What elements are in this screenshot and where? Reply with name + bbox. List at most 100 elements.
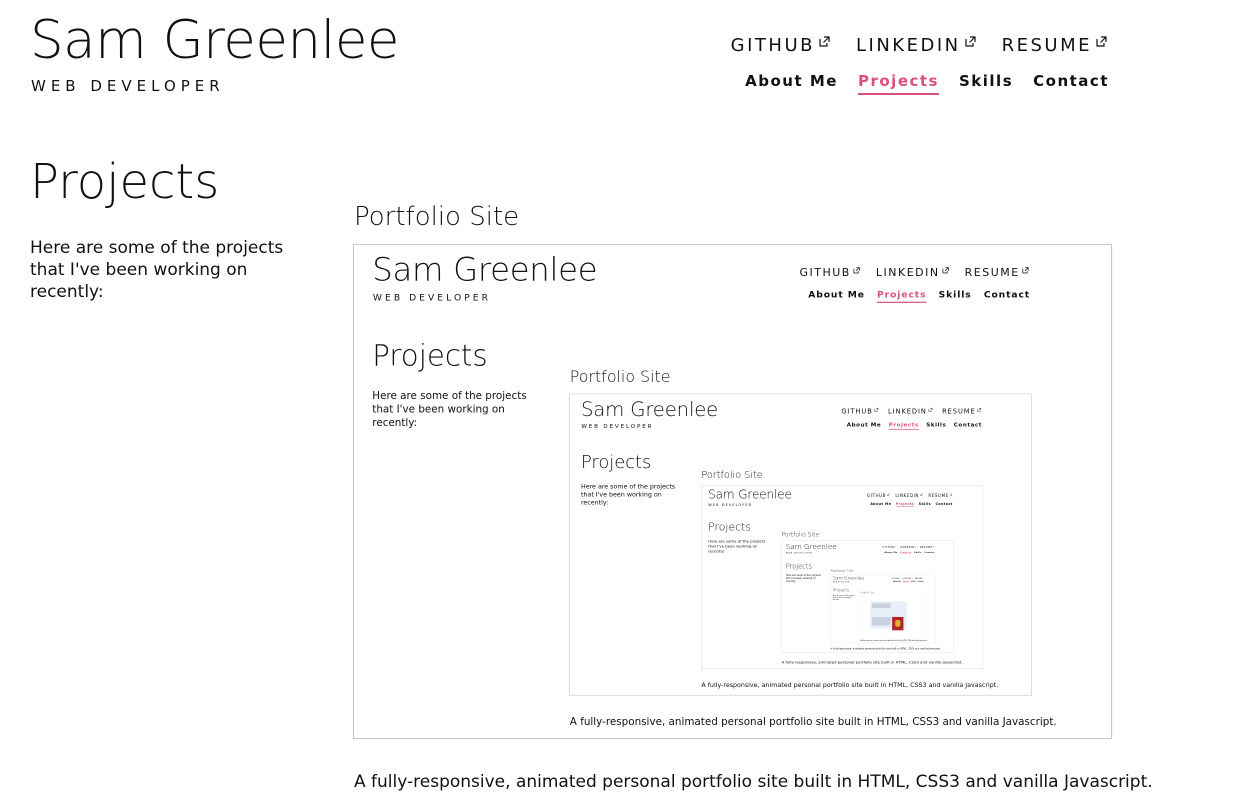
project-screenshot[interactable]: Sam Greenlee WEB DEVELOPER GITHUB LINKED… — [701, 485, 984, 670]
resume-link[interactable]: RESUME — [965, 266, 1029, 279]
nav-projects[interactable]: Projects — [902, 581, 910, 583]
nav-contact[interactable]: Contact — [935, 502, 952, 507]
external-link-icon — [977, 407, 982, 412]
site-page: Sam Greenlee WEB DEVELOPER GITHUB LINKED… — [0, 0, 1245, 810]
resume-link-label: RESUME — [964, 266, 1020, 280]
screenshot-content: Sam Greenlee WEB DEVELOPER GITHUB LINKED… — [354, 245, 1111, 738]
resume-link-label: RESUME — [914, 577, 923, 580]
project-title: Portfolio Site — [354, 202, 520, 232]
external-links-nav: GITHUB LINKEDIN RESUME — [841, 407, 982, 416]
site-tagline: WEB DEVELOPER — [372, 291, 491, 303]
linkedin-link[interactable]: LINKEDIN — [902, 577, 913, 580]
resume-link-label: RESUME — [919, 545, 933, 549]
project-title: Portfolio Site — [781, 531, 820, 538]
external-links-nav: GITHUB LINKEDIN RESUME — [883, 546, 935, 549]
external-link-icon — [1096, 36, 1107, 47]
project-screenshot[interactable]: Sam Greenlee WEB DEVELOPER GITHUB LINKED… — [830, 574, 936, 644]
resume-link[interactable]: RESUME — [1002, 35, 1107, 56]
screenshot-content: Sam Greenlee WEB DEVELOPER GITHUB LINKED… — [782, 541, 954, 653]
nav-contact[interactable]: Contact — [984, 289, 1030, 303]
linkedin-link-label: LINKEDIN — [875, 266, 940, 280]
nav-skills[interactable]: Skills — [911, 581, 916, 583]
site-tagline: WEB DEVELOPER — [785, 551, 813, 555]
site-page: Sam Greenlee WEB DEVELOPER GITHUB LINKED… — [830, 575, 935, 643]
github-link-label: GITHUB — [730, 35, 815, 56]
project-screenshot[interactable]: Sam Greenlee WEB DEVELOPER GITHUB LINKED… — [781, 540, 954, 653]
external-link-icon — [887, 493, 890, 496]
site-name: Sam Greenlee — [30, 10, 400, 71]
linkedin-link[interactable]: LINKEDIN — [876, 266, 949, 279]
site-page: Sam Greenlee WEB DEVELOPER GITHUB LINKED… — [570, 394, 1031, 695]
nav-about-me[interactable]: About Me — [808, 289, 865, 303]
screenshot-content: Sam Greenlee WEB DEVELOPER GITHUB LINKED… — [830, 575, 935, 643]
github-link[interactable]: GITHUB — [892, 577, 901, 580]
github-link-label: GITHUB — [799, 266, 851, 280]
github-link[interactable]: GITHUB — [867, 493, 890, 498]
resume-link[interactable]: RESUME — [920, 546, 935, 549]
section-title: Projects — [785, 562, 812, 570]
project-description: A fully-responsive, animated personal po… — [781, 660, 963, 665]
nav-about-me[interactable]: About Me — [893, 581, 901, 583]
site-name: Sam Greenlee — [708, 487, 792, 502]
project-description: A fully-responsive, animated personal po… — [860, 639, 928, 642]
main-nav: About Me Projects Skills Contact — [893, 581, 924, 583]
nav-contact[interactable]: Contact — [924, 551, 934, 554]
nav-projects[interactable]: Projects — [877, 289, 927, 303]
linkedin-link[interactable]: LINKEDIN — [895, 493, 923, 498]
section-title: Projects — [372, 338, 488, 374]
linkedin-link[interactable]: LINKEDIN — [856, 35, 976, 56]
main-nav: About Me Projects Skills Contact — [870, 502, 952, 507]
screenshot-content — [860, 595, 925, 637]
main-nav: About Me Projects Skills Contact — [808, 289, 1030, 303]
nav-projects[interactable]: Projects — [857, 72, 939, 95]
project-screenshot[interactable]: Sam Greenlee WEB DEVELOPER GITHUB LINKED… — [353, 244, 1112, 739]
nav-skills[interactable]: Skills — [926, 421, 946, 430]
section-title: Projects — [708, 520, 752, 533]
github-link-label: GITHUB — [866, 493, 887, 499]
resume-link[interactable]: RESUME — [928, 493, 953, 498]
external-link-icon — [819, 36, 830, 47]
linkedin-link-label: LINKEDIN — [902, 577, 912, 580]
github-link[interactable]: GITHUB — [841, 407, 879, 416]
github-link[interactable]: GITHUB — [883, 546, 897, 549]
nav-about-me[interactable]: About Me — [745, 72, 838, 95]
nav-skills[interactable]: Skills — [919, 502, 931, 507]
linkedin-link[interactable]: LINKEDIN — [900, 546, 917, 549]
project-description: A fully-responsive, animated personal po… — [830, 647, 941, 651]
nav-about-me[interactable]: About Me — [847, 421, 882, 430]
nav-skills[interactable]: Skills — [959, 72, 1013, 95]
github-link[interactable]: GITHUB — [799, 266, 860, 279]
external-links-nav: GITHUB LINKEDIN RESUME — [892, 577, 924, 580]
nav-skills[interactable]: Skills — [914, 551, 921, 554]
nav-contact[interactable]: Contact — [917, 581, 923, 583]
project-title: Portfolio Site — [860, 591, 875, 595]
external-link-icon — [874, 407, 879, 412]
nav-about-me[interactable]: About Me — [870, 502, 891, 507]
nav-skills[interactable]: Skills — [939, 289, 972, 303]
linkedin-link[interactable]: LINKEDIN — [888, 407, 933, 415]
resume-link[interactable]: RESUME — [942, 407, 982, 415]
nav-contact[interactable]: Contact — [1033, 72, 1109, 95]
site-page: Sam Greenlee WEB DEVELOPER GITHUB LINKED… — [701, 485, 982, 668]
site-name: Sam Greenlee — [580, 398, 719, 421]
github-link-label: GITHUB — [892, 577, 900, 580]
deep-img — [892, 616, 904, 631]
section-title: Projects — [580, 451, 652, 473]
external-link-icon — [920, 493, 923, 496]
nav-projects[interactable]: Projects — [888, 421, 919, 430]
resume-link-label: RESUME — [1001, 35, 1092, 56]
project-description: A fully-responsive, animated personal po… — [569, 715, 1057, 728]
nav-about-me[interactable]: About Me — [885, 551, 898, 554]
site-name: Sam Greenlee — [833, 575, 865, 581]
project-screenshot[interactable]: Sam Greenlee WEB DEVELOPER GITHUB LINKED… — [569, 393, 1032, 696]
resume-link[interactable]: RESUME — [914, 577, 924, 580]
project-screenshot[interactable] — [860, 595, 925, 638]
main-nav: About Me Projects Skills Contact — [847, 421, 982, 430]
nav-contact[interactable]: Contact — [954, 421, 982, 430]
nav-projects[interactable]: Projects — [895, 502, 915, 507]
github-link[interactable]: GITHUB — [731, 35, 830, 56]
linkedin-link-label: LINKEDIN — [855, 35, 961, 56]
nav-projects[interactable]: Projects — [900, 551, 912, 555]
github-link-label: GITHUB — [841, 407, 873, 416]
external-link-icon — [933, 545, 935, 548]
